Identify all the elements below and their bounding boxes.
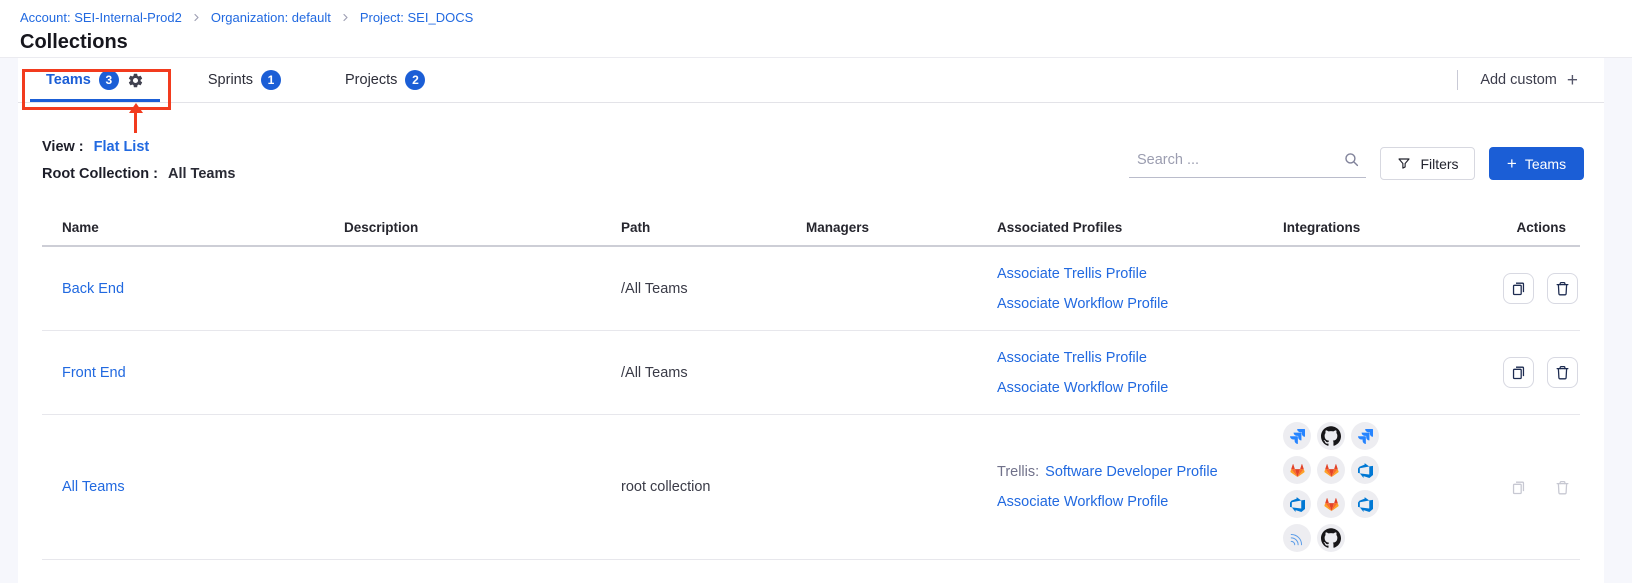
cell-integrations: [1263, 415, 1483, 559]
tab-label: Projects: [345, 72, 397, 88]
table-row: Back End /All Teams Associate Trellis Pr…: [42, 247, 1580, 331]
associate-profile-link[interactable]: Associate Workflow Profile: [997, 296, 1168, 312]
vertical-divider: [1457, 70, 1458, 90]
copy-button[interactable]: [1503, 273, 1534, 304]
copy-icon: [1510, 364, 1527, 381]
collection-name-link[interactable]: All Teams: [62, 479, 125, 495]
tab-teams[interactable]: Teams 3: [30, 58, 160, 102]
cell-actions: [1483, 273, 1580, 304]
breadcrumb-link[interactable]: Organization: default: [211, 10, 331, 25]
trash-icon: [1554, 364, 1571, 381]
tab-list: Teams 3 Sprints 1 Projects 2: [30, 58, 441, 102]
column-header-path: Path: [601, 220, 786, 235]
delete-button[interactable]: [1547, 357, 1578, 388]
azure-devops-icon: [1351, 456, 1379, 484]
cell-actions: [1483, 472, 1580, 503]
gitlab-icon: [1317, 456, 1345, 484]
tab-label: Sprints: [208, 72, 253, 88]
azure-devops-icon: [1351, 490, 1379, 518]
jira-icon: [1283, 422, 1311, 450]
collection-name-link[interactable]: Back End: [62, 281, 124, 297]
filter-funnel-icon: [1396, 156, 1412, 172]
filters-label: Filters: [1420, 156, 1458, 172]
add-custom-area: Add custom +: [1457, 70, 1584, 91]
content-card: Teams 3 Sprints 1 Projects 2 Add custom …: [18, 58, 1604, 583]
root-collection-value: All Teams: [168, 166, 235, 182]
chevron-right-icon: [192, 13, 201, 22]
page-background: Teams 3 Sprints 1 Projects 2 Add custom …: [0, 58, 1632, 583]
table-header-row: NameDescriptionPathManagersAssociated Pr…: [42, 208, 1580, 247]
chevron-right-icon: [341, 13, 350, 22]
cell-path: /All Teams: [601, 281, 786, 297]
page-header: Account: SEI-Internal-Prod2 Organization:…: [0, 0, 1632, 58]
search-icon: [1343, 151, 1360, 168]
gitlab-icon: [1283, 456, 1311, 484]
toolbar: View : Flat List Root Collection : All T…: [18, 103, 1604, 182]
table-row: All Teams root collection Trellis: Softwa…: [42, 415, 1580, 560]
trash-icon: [1554, 479, 1571, 496]
add-teams-button[interactable]: + Teams: [1489, 147, 1584, 180]
root-collection-label: Root Collection :: [42, 166, 158, 182]
collections-table: NameDescriptionPathManagersAssociated Pr…: [18, 208, 1604, 560]
tab-label: Teams: [46, 72, 91, 88]
search-input[interactable]: [1129, 147, 1366, 178]
cell-associated-profiles: Associate Trellis Profile Associate Workf…: [977, 348, 1263, 398]
table-row: Front End /All Teams Associate Trellis P…: [42, 331, 1580, 415]
column-header-associated-profiles: Associated Profiles: [977, 220, 1263, 235]
column-header-name: Name: [42, 220, 324, 235]
associate-profile-link[interactable]: Software Developer Profile: [1045, 464, 1217, 480]
trash-icon: [1554, 280, 1571, 297]
tab-count-badge: 1: [261, 70, 281, 90]
plus-icon: +: [1567, 71, 1578, 90]
cell-path: /All Teams: [601, 365, 786, 381]
azure-devops-icon: [1283, 490, 1311, 518]
jira-icon: [1351, 422, 1379, 450]
cell-actions: [1483, 357, 1580, 388]
tab-bar: Teams 3 Sprints 1 Projects 2 Add custom …: [18, 58, 1604, 103]
toolbar-actions: Filters + Teams: [1129, 147, 1584, 182]
tab-sprints[interactable]: Sprints 1: [192, 58, 297, 102]
plus-icon: +: [1507, 155, 1517, 172]
view-settings: View : Flat List Root Collection : All T…: [42, 139, 235, 182]
breadcrumb-link[interactable]: Account: SEI-Internal-Prod2: [20, 10, 182, 25]
copy-icon: [1510, 479, 1527, 496]
filters-button[interactable]: Filters: [1380, 147, 1475, 180]
associate-profile-link[interactable]: Associate Workflow Profile: [997, 494, 1168, 510]
gitlab-icon: [1317, 490, 1345, 518]
copy-button: [1503, 472, 1534, 503]
column-header-actions: Actions: [1483, 220, 1580, 235]
tab-count-badge: 3: [99, 70, 119, 90]
table-body: Back End /All Teams Associate Trellis Pr…: [42, 247, 1580, 560]
cell-path: root collection: [601, 479, 786, 495]
view-label: View :: [42, 139, 84, 155]
cell-associated-profiles: Trellis: Software Developer Profile Associ…: [977, 462, 1263, 512]
delete-button[interactable]: [1547, 273, 1578, 304]
add-custom-label: Add custom: [1480, 72, 1557, 88]
copy-icon: [1510, 280, 1527, 297]
add-custom-button[interactable]: Add custom +: [1474, 70, 1584, 91]
breadcrumb-link[interactable]: Project: SEI_DOCS: [360, 10, 473, 25]
breadcrumb: Account: SEI-Internal-Prod2 Organization:…: [20, 10, 1612, 25]
add-teams-label: Teams: [1525, 156, 1566, 172]
collection-name-link[interactable]: Front End: [62, 365, 126, 381]
profile-prefix: Trellis:: [997, 464, 1039, 480]
sonarqube-icon: [1283, 524, 1311, 552]
column-header-description: Description: [324, 220, 601, 235]
gear-icon[interactable]: [127, 72, 144, 89]
search-box: [1129, 147, 1366, 178]
delete-button: [1547, 472, 1578, 503]
copy-button[interactable]: [1503, 357, 1534, 388]
associate-profile-link[interactable]: Associate Trellis Profile: [997, 350, 1147, 366]
column-header-integrations: Integrations: [1263, 220, 1483, 235]
github-icon: [1317, 524, 1345, 552]
associate-profile-link[interactable]: Associate Trellis Profile: [997, 266, 1147, 282]
view-mode-link[interactable]: Flat List: [94, 139, 150, 155]
github-icon: [1317, 422, 1345, 450]
page-title: Collections: [20, 31, 1612, 54]
tab-count-badge: 2: [405, 70, 425, 90]
associate-profile-link[interactable]: Associate Workflow Profile: [997, 380, 1168, 396]
column-header-managers: Managers: [786, 220, 977, 235]
tab-projects[interactable]: Projects 2: [329, 58, 441, 102]
cell-associated-profiles: Associate Trellis Profile Associate Workf…: [977, 264, 1263, 314]
